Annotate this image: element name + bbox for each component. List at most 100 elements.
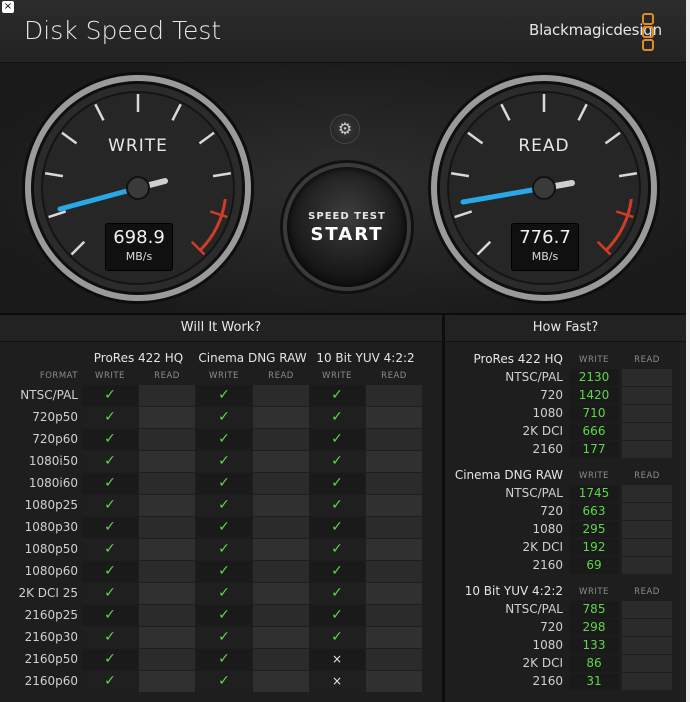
read-cell: [622, 387, 672, 404]
read-sublabel: READ: [268, 371, 294, 381]
write-sublabel: WRITE: [579, 471, 609, 481]
format-row-label: 2K DCI 25: [18, 586, 78, 600]
check-icon: ✓: [104, 387, 116, 403]
check-icon: ✓: [104, 673, 116, 689]
check-icon: ✓: [331, 519, 343, 535]
check-icon: ✓: [218, 475, 230, 491]
fps-value: 31: [586, 674, 602, 688]
how-fast-group-title: 10 Bit YUV 4:2:2: [464, 584, 563, 598]
read-cell: [139, 451, 195, 472]
check-icon: ✓: [218, 453, 230, 469]
how-fast-row-label: NTSC/PAL: [505, 602, 563, 616]
write-sublabel: WRITE: [322, 371, 352, 381]
check-icon: ✓: [218, 387, 230, 403]
start-button[interactable]: SPEED TEST START: [283, 163, 411, 291]
how-fast-row-label: 2160: [532, 674, 563, 688]
read-cell: [366, 451, 422, 472]
read-cell: [622, 423, 672, 440]
check-icon: ✓: [104, 497, 116, 513]
format-row-label: 1080p30: [24, 520, 78, 534]
read-cell: [366, 627, 422, 648]
read-cell: [139, 429, 195, 450]
format-row-label: NTSC/PAL: [20, 388, 78, 402]
check-icon: ✓: [331, 431, 343, 447]
read-cell: [139, 649, 195, 670]
gear-icon: ⚙: [337, 119, 353, 138]
check-icon: ✓: [331, 387, 343, 403]
check-icon: ✓: [331, 541, 343, 557]
how-fast-row-label: 2K DCI: [522, 656, 563, 670]
check-icon: ✓: [331, 497, 343, 513]
read-gauge: READ 776.7 MB/s: [426, 70, 662, 306]
format-row-label: 720p50: [32, 410, 78, 424]
read-gauge-label: READ: [518, 136, 570, 156]
close-icon[interactable]: ×: [2, 1, 14, 13]
check-icon: ✓: [331, 409, 343, 425]
window-edge: [686, 0, 690, 702]
check-icon: ✓: [218, 497, 230, 513]
check-icon: ✓: [104, 607, 116, 623]
read-cell: [366, 605, 422, 626]
read-speed-value: 776.7: [519, 227, 571, 248]
read-sublabel: READ: [381, 371, 407, 381]
how-fast-row-label: 720: [540, 504, 563, 518]
settings-button[interactable]: ⚙: [330, 114, 360, 144]
check-icon: ✓: [218, 409, 230, 425]
fps-value: 86: [586, 656, 602, 670]
read-cell: [622, 619, 672, 636]
read-value-box: 776.7 MB/s: [511, 223, 579, 271]
check-icon: ✓: [331, 563, 343, 579]
fps-value: 69: [586, 558, 602, 572]
read-cell: [622, 655, 672, 672]
read-cell: [366, 517, 422, 538]
fps-value: 1420: [578, 388, 610, 402]
write-gauge-label: WRITE: [108, 136, 168, 156]
read-cell: [366, 539, 422, 560]
fps-value: 192: [582, 540, 606, 554]
fps-value: 663: [582, 504, 606, 518]
read-cell: [139, 385, 195, 406]
brand-logo-icon: [642, 13, 654, 51]
write-sublabel: WRITE: [579, 355, 609, 365]
check-icon: ✓: [218, 563, 230, 579]
write-speed-value: 698.9: [113, 227, 165, 248]
how-fast-header: How Fast?: [445, 315, 686, 342]
read-cell: [253, 627, 309, 648]
check-icon: ✓: [331, 607, 343, 623]
read-sublabel: READ: [634, 587, 660, 597]
check-icon: ✓: [331, 629, 343, 645]
read-cell: [366, 671, 422, 692]
format-column-label: FORMAT: [39, 371, 78, 381]
read-cell: [139, 671, 195, 692]
check-icon: ✓: [218, 541, 230, 557]
format-row-label: 2160p60: [24, 674, 78, 688]
read-cell: [622, 557, 672, 574]
check-icon: ✓: [104, 541, 116, 557]
check-icon: ✓: [104, 431, 116, 447]
format-row-label: 2160p30: [24, 630, 78, 644]
format-row-label: 1080p50: [24, 542, 78, 556]
read-cell: [139, 605, 195, 626]
check-icon: ✓: [104, 585, 116, 601]
cross-icon: ×: [331, 674, 343, 688]
read-cell: [253, 473, 309, 494]
format-row-label: 2160p25: [24, 608, 78, 622]
will-it-work-table: FORMAT ProRes 422 HQ WRITE READ Cinema DNG R…: [0, 342, 442, 702]
title-bar: × Disk Speed Test Blackmagicdesign: [0, 0, 690, 63]
codec-column-title: ProRes 422 HQ: [93, 351, 184, 365]
write-value-box: 698.9 MB/s: [105, 223, 173, 271]
how-fast-row-label: 2160: [532, 442, 563, 456]
check-icon: ✓: [218, 607, 230, 623]
read-sublabel: READ: [634, 471, 660, 481]
read-cell: [622, 369, 672, 386]
fps-value: 2130: [578, 370, 610, 384]
check-icon: ✓: [218, 585, 230, 601]
check-icon: ✓: [218, 431, 230, 447]
format-row-label: 1080i50: [28, 454, 78, 468]
check-icon: ✓: [218, 673, 230, 689]
fps-value: 298: [582, 620, 606, 634]
read-cell: [139, 627, 195, 648]
will-it-work-header: Will It Work?: [0, 315, 442, 342]
how-fast-row-label: 2160: [532, 558, 563, 572]
read-cell: [253, 671, 309, 692]
